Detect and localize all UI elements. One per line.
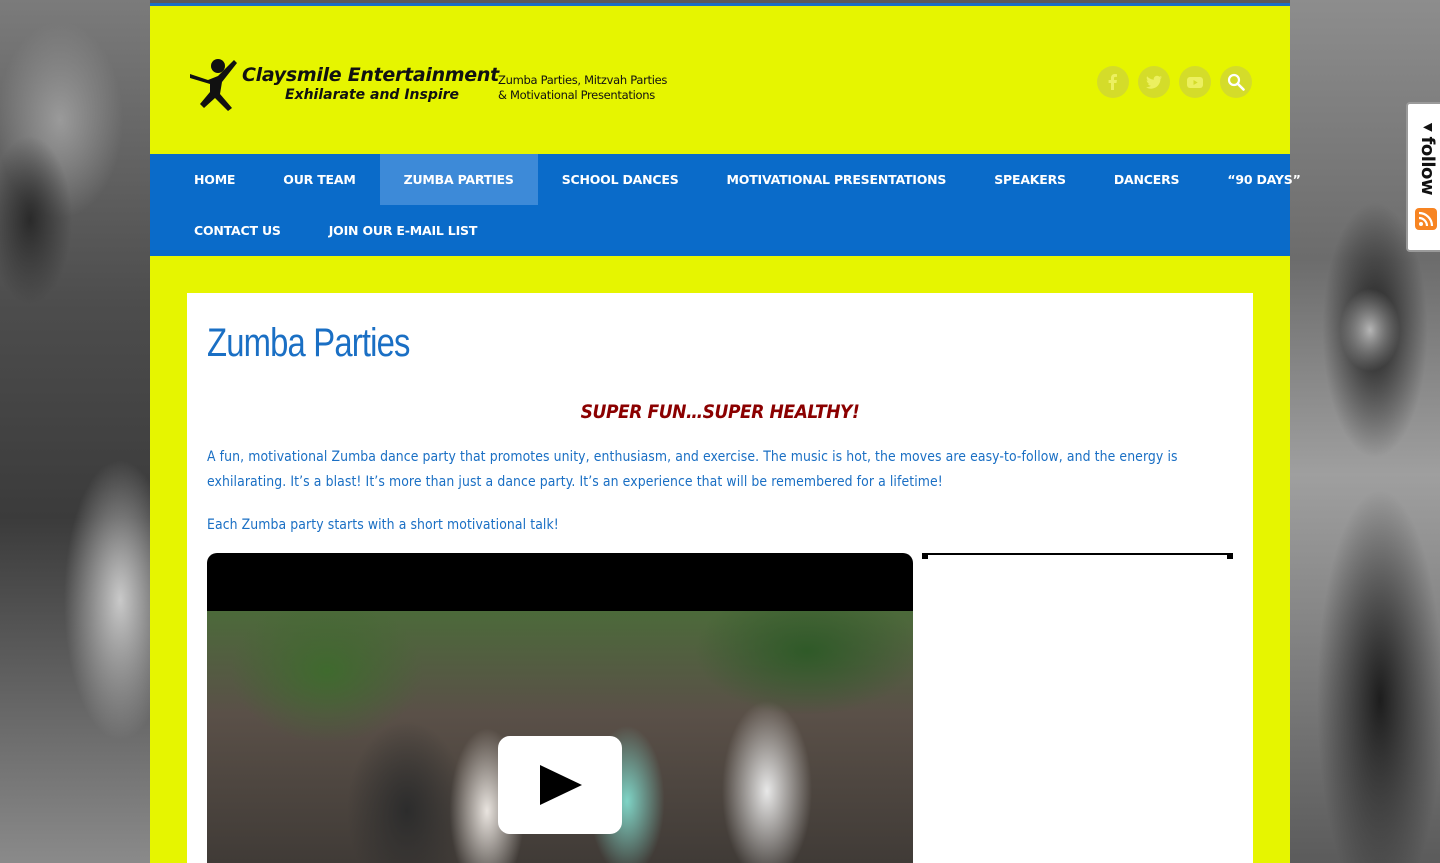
logo-name: Claysmile Entertainment (242, 64, 499, 86)
follow-label[interactable]: ◂follow (1416, 116, 1438, 196)
rss-button[interactable] (1415, 208, 1437, 230)
main-content: Zumba Parties SUPER FUN…SUPER HEALTHY! A… (187, 293, 1253, 863)
nav-row-2: CONTACT US JOIN OUR E-MAIL LIST (150, 205, 1290, 256)
nav-item-motivational-presentations[interactable]: MOTIVATIONAL PRESENTATIONS (703, 154, 971, 205)
motivational-talk-paragraph: Each Zumba party starts with a short mot… (207, 517, 559, 533)
twitter-icon (1146, 75, 1162, 89)
headline: SUPER FUN…SUPER HEALTHY! (580, 401, 860, 423)
youtube-icon (1187, 77, 1203, 88)
facebook-icon (1108, 74, 1117, 90)
page-container: Claysmile Entertainment Exhilarate and I… (150, 3, 1301, 863)
rss-icon (1418, 211, 1434, 227)
search-icon (1227, 73, 1245, 91)
nav-item-school-dances[interactable]: SCHOOL DANCES (538, 154, 703, 205)
background-photo-left (0, 0, 150, 863)
nav-item-home[interactable]: HOME (170, 154, 259, 205)
nav-row-1: HOME OUR TEAM ZUMBA PARTIES SCHOOL DANCE… (150, 154, 1301, 205)
nav-item-zumba-parties[interactable]: ZUMBA PARTIES (379, 154, 538, 205)
tagline-line-1: Zumba Parties, Mitzvah Parties (498, 73, 668, 87)
site-logo[interactable]: Claysmile Entertainment Exhilarate and I… (188, 56, 499, 112)
nav-item-dancers[interactable]: DANCERS (1090, 154, 1203, 205)
tagline-line-2: & Motivational Presentations (498, 88, 655, 102)
nav-item-contact-us[interactable]: CONTACT US (170, 205, 305, 256)
intro-paragraph: A fun, motivational Zumba dance party th… (207, 449, 1178, 490)
facebook-button[interactable] (1097, 66, 1129, 98)
site-header: Claysmile Entertainment Exhilarate and I… (150, 6, 1290, 154)
nav-item-speakers[interactable]: SPEAKERS (970, 154, 1090, 205)
play-icon (540, 765, 582, 805)
page-title: Zumba Parties (207, 321, 410, 365)
nav-item-90-days[interactable]: “90 DAYS” (1203, 154, 1324, 205)
search-button[interactable] (1220, 66, 1252, 98)
twitter-button[interactable] (1138, 66, 1170, 98)
follow-widget[interactable]: ◂follow (1406, 102, 1440, 252)
video-player[interactable] (207, 553, 913, 863)
nav-item-our-team[interactable]: OUR TEAM (259, 154, 379, 205)
youtube-button[interactable] (1179, 66, 1211, 98)
logo-slogan: Exhilarate and Inspire (285, 87, 460, 103)
sidebar-frame (922, 553, 1233, 863)
jumping-figure-icon (190, 59, 237, 111)
main-navigation: HOME OUR TEAM ZUMBA PARTIES SCHOOL DANCE… (150, 154, 1301, 256)
social-links (1097, 66, 1252, 98)
play-button[interactable] (498, 736, 622, 834)
nav-item-join-email-list[interactable]: JOIN OUR E-MAIL LIST (305, 205, 501, 256)
site-tagline: Zumba Parties, Mitzvah Parties & Motivat… (498, 73, 667, 103)
